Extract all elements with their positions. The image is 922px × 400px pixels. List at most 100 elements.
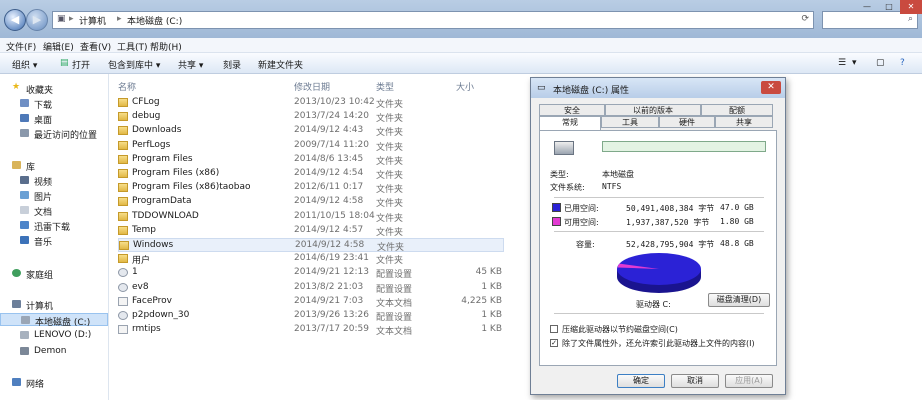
- column-type[interactable]: 类型: [376, 80, 394, 93]
- forward-button[interactable]: ▶: [26, 9, 48, 31]
- view-options-icon[interactable]: ☰: [838, 58, 850, 70]
- ok-button[interactable]: 确定: [617, 374, 665, 388]
- config-file-icon: [118, 282, 128, 292]
- file-size: 1 KB: [481, 281, 502, 292]
- file-row[interactable]: FaceProv 2014/9/21 7:03 文本文档 4,225 KB: [118, 295, 504, 309]
- nav-music[interactable]: 音乐: [0, 234, 108, 248]
- tab-quota[interactable]: 配额: [701, 104, 773, 116]
- menu-view[interactable]: 查看(V): [80, 40, 111, 53]
- file-row[interactable]: Temp 2014/9/12 4:57 文件夹: [118, 224, 504, 238]
- menu-tools[interactable]: 工具(T): [117, 40, 148, 53]
- tab-previous-versions[interactable]: 以前的版本: [605, 104, 701, 116]
- open-button[interactable]: 打开: [72, 58, 90, 71]
- nav-computer[interactable]: 计算机: [0, 298, 108, 312]
- file-date: 2013/7/24 14:20: [294, 111, 369, 122]
- compress-checkbox[interactable]: [550, 325, 558, 333]
- file-row[interactable]: Program Files (x86)taobao 2012/6/11 0:17 文…: [118, 181, 504, 195]
- menu-edit[interactable]: 编辑(E): [43, 40, 74, 53]
- close-button[interactable]: ✕: [900, 0, 922, 14]
- file-row[interactable]: 1 2014/9/21 12:13 配置设置 45 KB: [118, 266, 504, 280]
- nav-documents[interactable]: 文档: [0, 204, 108, 218]
- compress-label: 压缩此驱动器以节约磁盘空间(C): [562, 325, 678, 334]
- file-row[interactable]: CFLog 2013/10/23 10:42 文件夹: [118, 96, 504, 110]
- organize-button[interactable]: 组织 ▾: [12, 58, 37, 71]
- file-row[interactable]: rmtips 2013/7/17 20:59 文本文档 1 KB: [118, 323, 504, 337]
- nav-recent[interactable]: 最近访问的位置: [0, 127, 108, 141]
- nav-label: 计算机: [26, 302, 54, 312]
- column-size[interactable]: 大小: [456, 80, 474, 93]
- tab-sharing[interactable]: 共享: [715, 116, 773, 128]
- used-space-gb: 47.0 GB: [720, 203, 754, 212]
- tab-hardware[interactable]: 硬件: [659, 116, 715, 128]
- apply-button[interactable]: 应用(A): [725, 374, 773, 388]
- tab-general[interactable]: 常规: [539, 116, 601, 130]
- file-date: 2013/8/2 21:03: [294, 281, 364, 292]
- star-icon: ★: [12, 82, 21, 92]
- file-row[interactable]: debug 2013/7/24 14:20 文件夹: [118, 110, 504, 124]
- new-folder-button[interactable]: 新建文件夹: [258, 58, 303, 71]
- address-separator: ▸: [117, 14, 122, 24]
- folder-icon: ▣: [57, 14, 66, 24]
- file-row[interactable]: Program Files 2014/8/6 13:45 文件夹: [118, 153, 504, 167]
- cancel-button[interactable]: 取消: [671, 374, 719, 388]
- chevron-down-icon[interactable]: ▾: [852, 58, 864, 70]
- file-row[interactable]: PerfLogs 2009/7/14 11:20 文件夹: [118, 139, 504, 153]
- menu-help[interactable]: 帮助(H): [150, 40, 182, 53]
- divider: [554, 313, 764, 314]
- dialog-close-button[interactable]: ✕: [761, 81, 781, 94]
- nav-homegroup[interactable]: 家庭组: [0, 267, 108, 281]
- tab-security[interactable]: 安全: [539, 104, 605, 116]
- file-row[interactable]: ProgramData 2014/9/12 4:58 文件夹: [118, 195, 504, 209]
- nav-desktop[interactable]: 桌面: [0, 112, 108, 126]
- used-space-bytes: 50,491,408,384 字节: [626, 204, 715, 213]
- column-date[interactable]: 修改日期: [294, 80, 330, 93]
- file-row[interactable]: Windows 2014/9/12 4:58 文件夹: [118, 238, 504, 253]
- tab-tools[interactable]: 工具: [601, 116, 659, 128]
- file-row[interactable]: ev8 2013/8/2 21:03 配置设置 1 KB: [118, 281, 504, 295]
- config-file-icon: [118, 268, 128, 278]
- address-bar[interactable]: ▣ ▸ 计算机 ▸ 本地磁盘 (C:) ⟳: [52, 11, 814, 29]
- file-name: PerfLogs: [132, 139, 171, 150]
- maximize-button[interactable]: □: [878, 0, 900, 14]
- file-size: 1 KB: [481, 324, 502, 335]
- volume-label-input[interactable]: [602, 141, 766, 152]
- nav-favorites[interactable]: ★ 收藏夹: [0, 82, 108, 96]
- share-button[interactable]: 共享 ▾: [178, 58, 203, 71]
- address-part-computer[interactable]: 计算机: [79, 14, 106, 27]
- column-name[interactable]: 名称: [118, 80, 136, 93]
- index-checkbox[interactable]: ✓: [550, 339, 558, 347]
- disk-cleanup-button[interactable]: 磁盘清理(D): [708, 293, 770, 307]
- nav-drive-d[interactable]: LENOVO (D:): [0, 329, 108, 342]
- refresh-icon[interactable]: ⟳: [801, 14, 809, 24]
- nav-drive-c[interactable]: 本地磁盘 (C:): [0, 313, 108, 328]
- nav-demon[interactable]: Demon: [0, 345, 108, 358]
- nav-network[interactable]: 网络: [0, 376, 108, 390]
- nav-thunder-downloads[interactable]: 迅雷下载: [0, 219, 108, 233]
- file-name: Program Files (x86): [132, 168, 220, 178]
- nav-pictures[interactable]: 图片: [0, 189, 108, 203]
- file-row[interactable]: p2pdown_30 2013/9/26 13:26 配置设置 1 KB: [118, 309, 504, 323]
- nav-videos[interactable]: 视频: [0, 174, 108, 188]
- back-button[interactable]: ◀: [4, 9, 26, 31]
- folder-icon: [118, 154, 128, 164]
- file-name: 1: [132, 267, 138, 278]
- nav-libraries[interactable]: 库: [0, 159, 108, 173]
- file-row[interactable]: Downloads 2014/9/12 4:43 文件夹: [118, 124, 504, 138]
- file-row[interactable]: 用户 2014/6/19 23:41 文件夹: [118, 252, 504, 266]
- burn-button[interactable]: 刻录: [223, 58, 241, 71]
- include-library-button[interactable]: 包含到库中 ▾: [108, 58, 160, 71]
- minimize-button[interactable]: —: [856, 0, 878, 14]
- used-space-swatch: [552, 203, 561, 212]
- file-type: 文件夹: [376, 227, 404, 238]
- file-name: rmtips: [132, 324, 161, 335]
- file-row[interactable]: Program Files (x86) 2014/9/12 4:54 文件夹: [118, 167, 504, 181]
- drive-icon: [21, 316, 30, 324]
- address-part-drive[interactable]: 本地磁盘 (C:): [127, 14, 182, 27]
- preview-pane-icon[interactable]: ▢: [876, 58, 888, 70]
- menu-file[interactable]: 文件(F): [6, 40, 36, 53]
- thunder-icon: [20, 221, 29, 229]
- nav-downloads[interactable]: 下载: [0, 97, 108, 111]
- help-icon[interactable]: ?: [900, 58, 912, 70]
- file-row[interactable]: TDDOWNLOAD 2011/10/15 18:04 文件夹: [118, 210, 504, 224]
- general-panel: 类型: 本地磁盘 文件系统: NTFS 已用空间: 50,491,408,384…: [539, 130, 777, 366]
